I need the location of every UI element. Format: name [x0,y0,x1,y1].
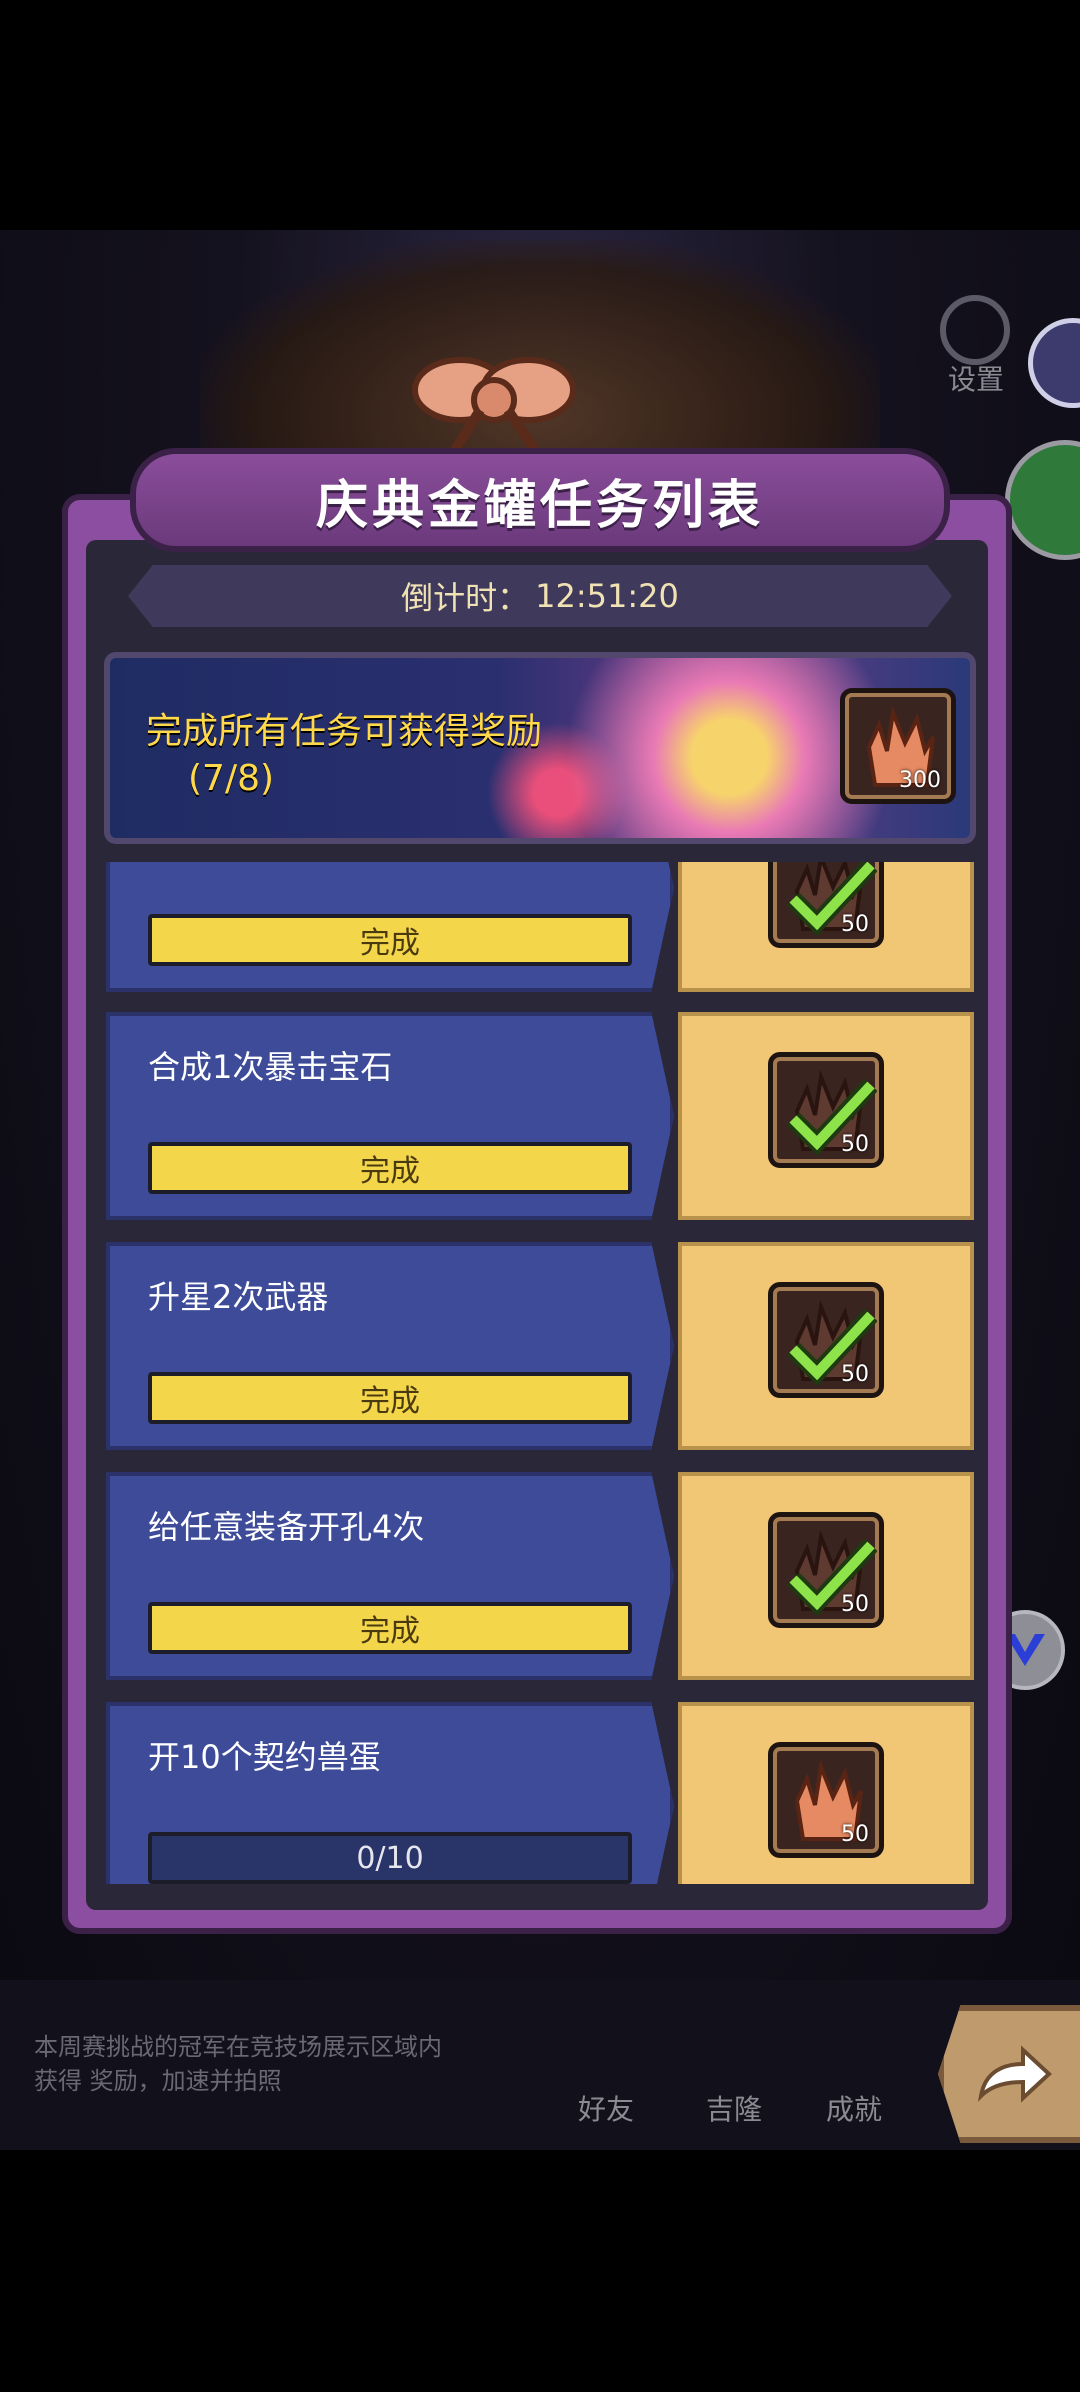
task-status: 完成 [360,1384,420,1419]
task-progress-bar: 完成 [148,914,632,966]
task-reward-qty: 50 [841,1592,869,1617]
task-reward-item[interactable]: 50 [768,1052,884,1168]
task-row: 给任意装备开孔4次 完成 50 [106,1472,974,1680]
task-name: 给任意装备开孔4次 [148,1508,425,1546]
settings-label: 设置 [948,363,1005,396]
share-button[interactable] [938,2005,1080,2143]
task-row: 完成 50 [106,862,974,992]
task-progress-bar: 完成 [148,1142,632,1194]
reward-progress: (7/8) [188,758,275,799]
page-title: 庆典金罐任务列表 [315,475,764,536]
task-reward-area: 50 [678,1702,974,1884]
task-reward-qty: 50 [841,912,869,937]
task-status: 完成 [360,926,420,961]
task-progress-bar: 0/10 [148,1832,632,1884]
task-reward-qty: 50 [841,1822,869,1847]
task-reward-area: 50 [678,1472,974,1680]
task-progress-bar: 完成 [148,1602,632,1654]
task-row: 升星2次武器 完成 50 [106,1242,974,1450]
chat-preview: 本周赛挑战的冠军在竞技场展示区域内获得 奖励，加速并拍照 [34,2033,442,2095]
task-info: 完成 [106,862,674,992]
task-status: 0/10 [356,1840,424,1876]
share-arrow-icon [977,2045,1052,2103]
task-info: 合成1次暴击宝石 完成 [106,1012,674,1220]
task-info: 升星2次武器 完成 [106,1242,674,1450]
panel-title-banner: 庆典金罐任务列表 [130,448,950,552]
task-reward-area: 50 [678,1242,974,1450]
task-status: 完成 [360,1614,420,1649]
gift-bow-icon [412,357,576,460]
task-reward-item[interactable]: 50 [768,1282,884,1398]
gear-icon [940,295,1010,365]
countdown-bar: 倒计时： 12:51:20 [128,565,952,627]
countdown-label: 倒计时： [401,579,530,617]
nav-friends: 好友 [578,2093,635,2126]
task-info: 开10个契约兽蛋 0/10 [106,1702,674,1884]
reward-description: 完成所有任务可获得奖励 [146,711,543,752]
task-reward-qty: 50 [841,1132,869,1157]
task-name: 升星2次武器 [148,1278,329,1316]
task-reward-area: 50 [678,862,974,992]
reward-qty: 300 [899,768,941,793]
task-list[interactable]: 完成 50 合成1次暴击宝石 完成 50 升星2次武器 完成 50 给任意装备开… [106,862,974,1884]
task-status: 完成 [360,1154,420,1189]
task-row: 开10个契约兽蛋 0/10 50 [106,1702,974,1884]
all-tasks-reward-banner: 完成所有任务可获得奖励 (7/8) 300 [104,652,976,844]
task-reward-item[interactable]: 50 [768,862,884,948]
task-name: 合成1次暴击宝石 [148,1048,393,1086]
countdown-value: 12:51:20 [535,577,679,615]
task-reward-qty: 50 [841,1362,869,1387]
task-row: 合成1次暴击宝石 完成 50 [106,1012,974,1220]
task-progress-bar: 完成 [148,1372,632,1424]
task-info: 给任意装备开孔4次 完成 [106,1472,674,1680]
nav-guild: 吉隆 [706,2093,763,2126]
task-reward-area: 50 [678,1012,974,1220]
reward-item[interactable]: 300 [840,688,956,804]
task-reward-item[interactable]: 50 [768,1512,884,1628]
task-name: 开10个契约兽蛋 [148,1738,381,1776]
nav-achievements: 成就 [826,2093,883,2126]
task-reward-item[interactable]: 50 [768,1742,884,1858]
